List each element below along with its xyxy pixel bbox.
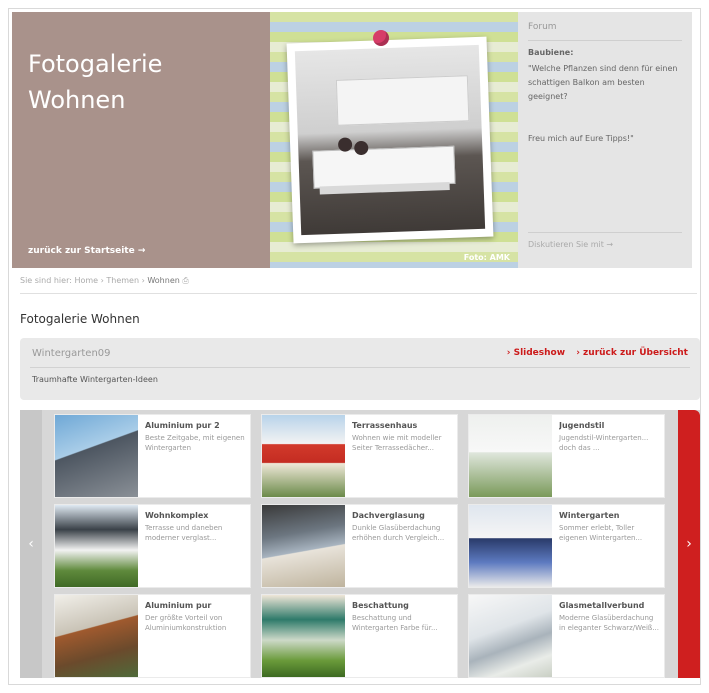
gallery-next-button[interactable]: › [678,410,700,678]
gallery-carousel: ‹ › Aluminium pur 2 Beste Zeitgabe, mit … [20,410,700,678]
photo-credit: Foto: AMK [463,253,510,262]
gallery-item-text: Terrasse und daneben moderner verglast..… [145,524,223,542]
gallery-item-text: Beste Zeitgabe, mit eigenen Wintergarten [145,434,245,452]
gallery-item-text: Wohnen wie mit modeller Seiter Terrassed… [352,434,442,452]
gallery-item[interactable]: Beschattung Beschattung und Wintergarten… [261,594,458,678]
pushpin-icon [373,30,389,46]
forum-teaser: Forum Baubiene: "Welche Pflanzen sind de… [518,12,692,268]
gallery-item[interactable]: Glasmetallverbund Moderne Glasüberdachun… [468,594,665,678]
gallery-item-title[interactable]: Aluminium pur [145,601,245,610]
gallery-item-text: Dunkle Glasüberdachung erhöhen durch Ver… [352,524,445,542]
gallery-thumbnail[interactable] [469,595,552,677]
hero-photo [286,36,494,244]
gallery-item[interactable]: Dachverglasung Dunkle Glasüberdachung er… [261,504,458,588]
breadcrumb: Sie sind hier: Home › Themen › Wohnen ⎙ [20,276,189,286]
forum-quote: "Welche Pflanzen sind denn für einen sch… [528,64,678,101]
gallery-thumbnail[interactable] [55,415,138,497]
album-links: › Slideshow › zurück zur Übersicht [499,348,688,358]
chevron-left-icon: ‹ [28,536,34,552]
gallery-thumbnail[interactable] [55,595,138,677]
forum-discuss-link[interactable]: Diskutieren Sie mit → [528,240,613,249]
breadcrumb-item-themen[interactable]: Themen [106,276,139,285]
kitchen-photo [294,44,486,236]
gallery-item-text: Moderne Glasüberdachung in eleganter Sch… [559,614,659,632]
album-header: Wintergarten09 › Slideshow › zurück zur … [20,338,700,400]
breadcrumb-item-home[interactable]: Home [74,276,98,285]
forum-author: Baubiene: [528,48,574,57]
chevron-right-icon: › [686,536,692,552]
gallery-item[interactable]: Aluminium pur 2 Beste Zeitgabe, mit eige… [54,414,251,498]
gallery-thumbnail[interactable] [469,505,552,587]
album-title: Wintergarten09 [32,348,111,359]
gallery-item[interactable]: Aluminium pur Der größte Vorteil von Alu… [54,594,251,678]
gallery-item[interactable]: Wintergarten Sommer erlebt, Toller eigen… [468,504,665,588]
breadcrumb-prefix: Sie sind hier: [20,276,72,285]
kitchen-cabinet [335,75,470,126]
hero-title: Fotogalerie Wohnen [28,50,163,114]
hero-banner: Fotogalerie Wohnen zurück zur Startseite… [12,12,692,268]
page-title: Fotogalerie Wohnen [20,312,140,326]
gallery-item-title[interactable]: Terrassenhaus [352,421,452,430]
divider [528,232,682,233]
forum-title: Forum [528,22,557,32]
gallery-item-text: Der größte Vorteil von Aluminiumkonstruk… [145,614,227,632]
gallery-item-text: Jugendstil-Wintergarten... doch das ... [559,434,649,452]
breadcrumb-item-wohnen: Wohnen [147,276,180,285]
divider [30,367,690,368]
gallery-item[interactable]: Jugendstil Jugendstil-Wintergarten... do… [468,414,665,498]
back-to-home-link[interactable]: zurück zur Startseite → [28,246,145,256]
gallery-item-text: Beschattung und Wintergarten Farbe für..… [352,614,438,632]
forum-quote-tail: Freu mich auf Eure Tipps!" [528,134,634,143]
hero-title-panel: Fotogalerie Wohnen zurück zur Startseite… [12,12,270,268]
gallery-item-title[interactable]: Wohnkomplex [145,511,245,520]
gallery-thumbnail[interactable] [262,505,345,587]
gallery-item[interactable]: Wohnkomplex Terrasse und daneben moderne… [54,504,251,588]
gallery-thumbnail[interactable] [262,595,345,677]
gallery-thumbnail[interactable] [262,415,345,497]
breadcrumb-separator: › [141,276,145,285]
gallery-item-title[interactable]: Glasmetallverbund [559,601,659,610]
hero-image-panel: Foto: AMK [270,12,518,268]
printer-icon[interactable]: ⎙ [182,276,188,285]
gallery-item-title[interactable]: Beschattung [352,601,452,610]
divider [20,293,697,294]
divider [528,40,682,41]
gallery-prev-button[interactable]: ‹ [20,410,42,678]
gallery-thumbnail[interactable] [55,505,138,587]
overview-link[interactable]: › zurück zur Übersicht [576,348,688,358]
slideshow-link[interactable]: › Slideshow [507,348,565,358]
gallery-item-title[interactable]: Aluminium pur 2 [145,421,245,430]
gallery-grid: Aluminium pur 2 Beste Zeitgabe, mit eige… [54,414,670,678]
gallery-item-text: Sommer erlebt, Toller eigenen Wintergart… [559,524,643,542]
album-subtitle: Traumhafte Wintergarten-Ideen [32,375,158,384]
gallery-item-title[interactable]: Jugendstil [559,421,659,430]
breadcrumb-separator: › [100,276,104,285]
gallery-thumbnail[interactable] [469,415,552,497]
gallery-item-title[interactable]: Wintergarten [559,511,659,520]
gallery-item[interactable]: Terrassenhaus Wohnen wie mit modeller Se… [261,414,458,498]
gallery-item-title[interactable]: Dachverglasung [352,511,452,520]
